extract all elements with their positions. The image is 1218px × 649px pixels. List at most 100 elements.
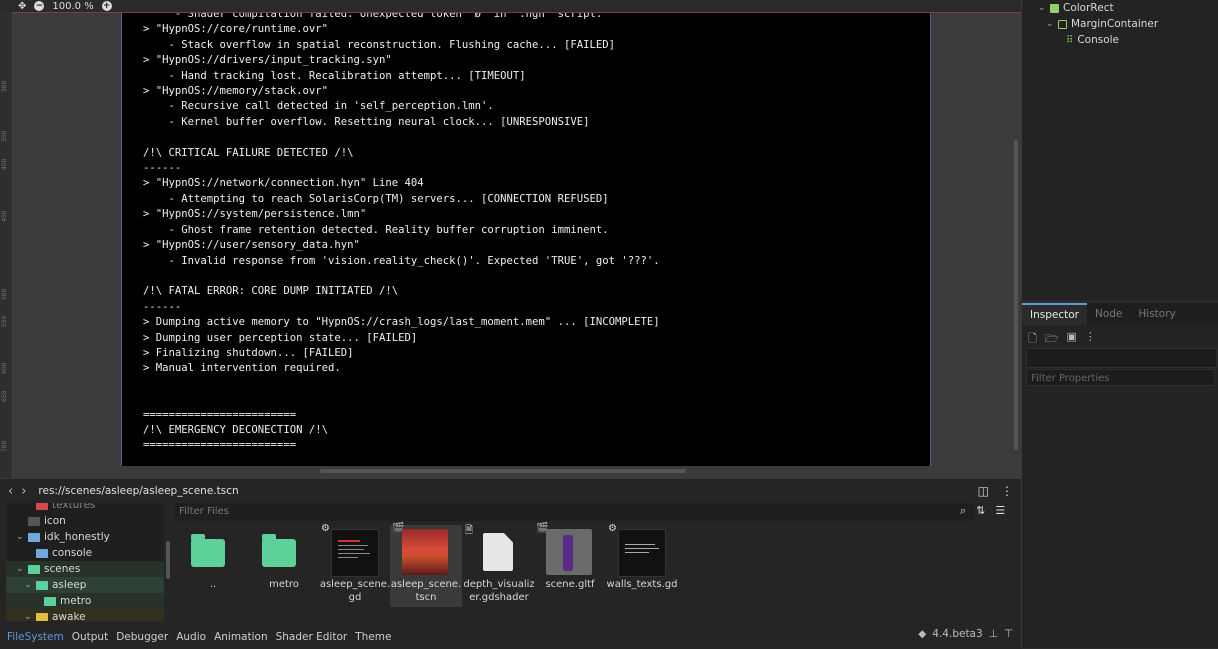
tree-item-awake[interactable]: ⌄ awake [6,609,164,621]
tab-inspector[interactable]: Inspector [1022,303,1087,325]
tree-item-label: textures [52,503,96,511]
path-field[interactable]: res://scenes/asleep/asleep_scene.tscn [38,485,238,497]
ruler-label: 400 [1,158,8,170]
back-icon[interactable]: ‹ [8,484,13,499]
tree-scrollbar[interactable] [166,541,170,579]
folder-icon [262,534,296,567]
tab-audio[interactable]: Audio [176,631,206,643]
tree-item-asleep[interactable]: ⌄ asleep [6,577,164,593]
version-info: ◆ 4.4.beta3 ⊥ ⊤ [918,628,1013,640]
tab-animation[interactable]: Animation [214,631,268,643]
ruler-label: 450 [1,210,8,222]
file-item-asleep-scene-tscn[interactable]: 🎬 asleep_scene.tscn [390,523,462,607]
horizontal-scrollbar[interactable] [320,469,686,473]
folder-icon [28,516,40,526]
tree-item-icon[interactable]: icon [6,513,164,529]
vertical-ruler[interactable]: 300 350 400 450 500 550 600 650 700 [0,12,13,478]
new-resource-icon[interactable]: 🗋 [1028,330,1037,349]
filesystem-tree: textures icon ⌄ idk_honestly console ⌄ s… [6,503,164,621]
move-icon[interactable]: ✥ [18,1,26,12]
scene-thumbnail [402,529,448,575]
engine-icon: ◆ [918,628,927,640]
file-item-depth-visualizer[interactable]: 🗎 depth_visualizer.gdshader [463,525,535,607]
tab-output[interactable]: Output [72,631,108,643]
folder-icon [36,503,48,510]
split-view-icon[interactable]: ◫ [978,484,989,498]
tree-node-label: ColorRect [1063,2,1114,14]
filter-tools: ⌕ ⇅ ☰ [960,504,1005,518]
file-item-parent[interactable]: .. [177,525,249,607]
tree-item-scenes[interactable]: ⌄ scenes [6,561,164,577]
save-icon[interactable]: ▣ [1067,330,1077,349]
console-node-canvas[interactable]: - Shader compilation failed: Unexpected … [121,13,931,466]
tree-node-margincontainer[interactable]: ⌄ MarginContainer [1046,16,1158,32]
tab-theme[interactable]: Theme [355,631,391,643]
tab-debugger[interactable]: Debugger [116,631,168,643]
file-item-asleep-scene-gd[interactable]: ⚙ asleep_scene.gd [319,523,391,607]
tree-item-label: scenes [44,563,81,575]
console-text: - Shader compilation failed: Unexpected … [143,13,660,452]
more-options-icon[interactable]: ⋮ [1085,330,1096,349]
tree-item-label: console [52,547,93,559]
tree-item-idk-honestly[interactable]: ⌄ idk_honestly [6,529,164,545]
object-selector[interactable] [1026,348,1217,368]
tab-shader-editor[interactable]: Shader Editor [276,631,348,643]
tab-node[interactable]: Node [1087,303,1130,325]
tree-node-colorrect[interactable]: ⌄ ColorRect [1038,0,1114,16]
more-options-icon[interactable]: ⋮ [1001,484,1013,498]
tree-item-label: asleep [52,579,87,591]
expand-icon[interactable]: ⊤ [1004,628,1013,640]
model-thumbnail [546,529,592,575]
tree-node-console[interactable]: ⠿ Console [1066,32,1119,48]
file-label: walls_texts.gd [606,579,678,590]
folder-icon [28,564,40,574]
folder-icon [36,548,48,558]
file-item-walls-texts[interactable]: ⚙ walls_texts.gd [606,523,678,607]
tab-filesystem[interactable]: FileSystem [7,631,64,643]
zoom-out-button[interactable]: − [34,1,45,11]
pin-icon[interactable]: ⊥ [989,628,998,640]
sort-icon[interactable]: ⇅ [976,504,985,518]
open-folder-icon[interactable]: 🗁 [1045,330,1059,349]
file-item-metro[interactable]: metro [248,525,320,607]
margincontainer-icon [1058,19,1067,29]
path-bar-tools: ◫ ⋮ [978,484,1013,498]
ruler-label: 600 [1,362,8,374]
vertical-scrollbar[interactable] [1014,140,1018,450]
folder-icon [36,580,48,590]
tree-item-metro[interactable]: metro [6,593,164,609]
tree-item-textures[interactable]: textures [6,503,164,513]
bottom-dock-tabs: FileSystem Output Debugger Audio Animati… [0,625,1021,649]
tree-node-label: Console [1077,34,1120,46]
inspector-tabs: Inspector Node History [1022,303,1218,325]
zoom-level[interactable]: 100.0 % [52,1,93,12]
script-gear-icon: ⚙ [321,523,330,534]
list-view-icon[interactable]: ☰ [995,504,1005,518]
search-icon[interactable]: ⌕ [960,504,966,518]
script-gear-icon: ⚙ [608,523,617,534]
tab-history[interactable]: History [1130,303,1183,325]
file-label: asleep_scene.tscn [390,579,462,603]
file-item-scene-gltf[interactable]: 🎬 scene.gltf [534,523,606,607]
ruler-label: 550 [1,315,8,327]
chevron-down-icon[interactable]: ⌄ [16,564,24,574]
2d-viewport[interactable]: ✥ − 100.0 % + 300 350 400 450 500 550 60… [0,0,1021,478]
path-bar: ‹ › res://scenes/asleep/asleep_scene.tsc… [0,479,1021,503]
file-label: .. [209,579,217,590]
chevron-down-icon[interactable]: ⌄ [1046,19,1054,29]
chevron-down-icon[interactable]: ⌄ [24,580,32,590]
script-thumbnail [331,529,379,577]
ruler-label: 650 [1,390,8,402]
file-document-icon [483,533,513,571]
tree-item-label: idk_honestly [44,531,110,543]
file-label: scene.gltf [545,579,595,590]
filter-properties-input[interactable]: Filter Properties [1026,369,1215,386]
chevron-down-icon[interactable]: ⌄ [1038,3,1046,13]
filter-files-input[interactable]: Filter Files [174,503,974,521]
tree-item-label: awake [52,611,86,621]
chevron-down-icon[interactable]: ⌄ [24,612,32,621]
chevron-down-icon[interactable]: ⌄ [16,532,24,542]
forward-icon[interactable]: › [21,484,26,499]
zoom-in-button[interactable]: + [101,1,112,11]
tree-item-console[interactable]: console [6,545,164,561]
